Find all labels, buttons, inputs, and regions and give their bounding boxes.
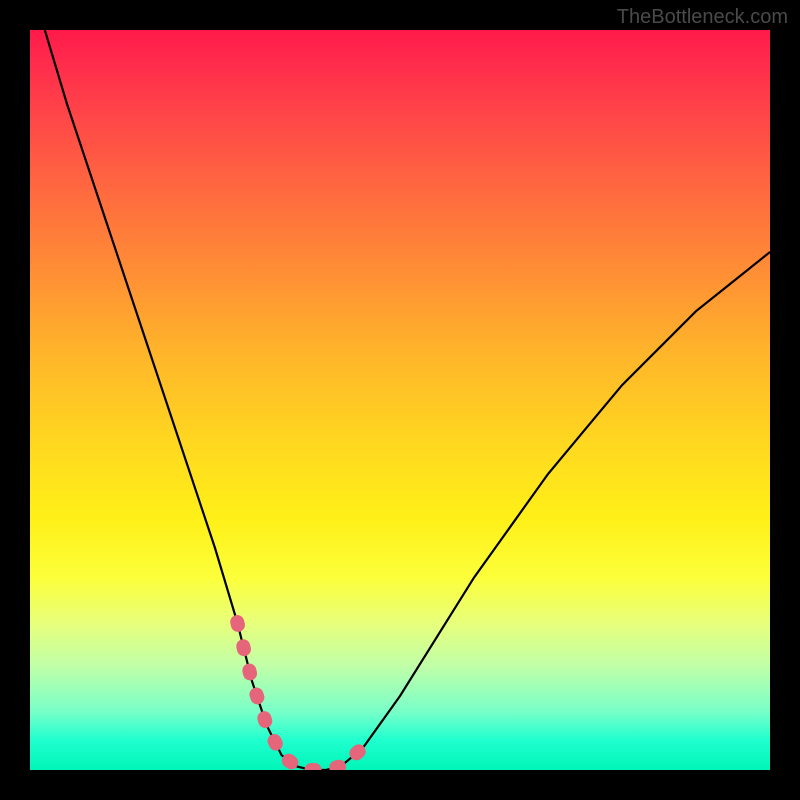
chart-overlay: [30, 30, 770, 770]
watermark-text: TheBottleneck.com: [617, 6, 788, 29]
bottleneck-curve-line: [45, 30, 770, 770]
bottleneck-valley-marker: [237, 622, 363, 770]
